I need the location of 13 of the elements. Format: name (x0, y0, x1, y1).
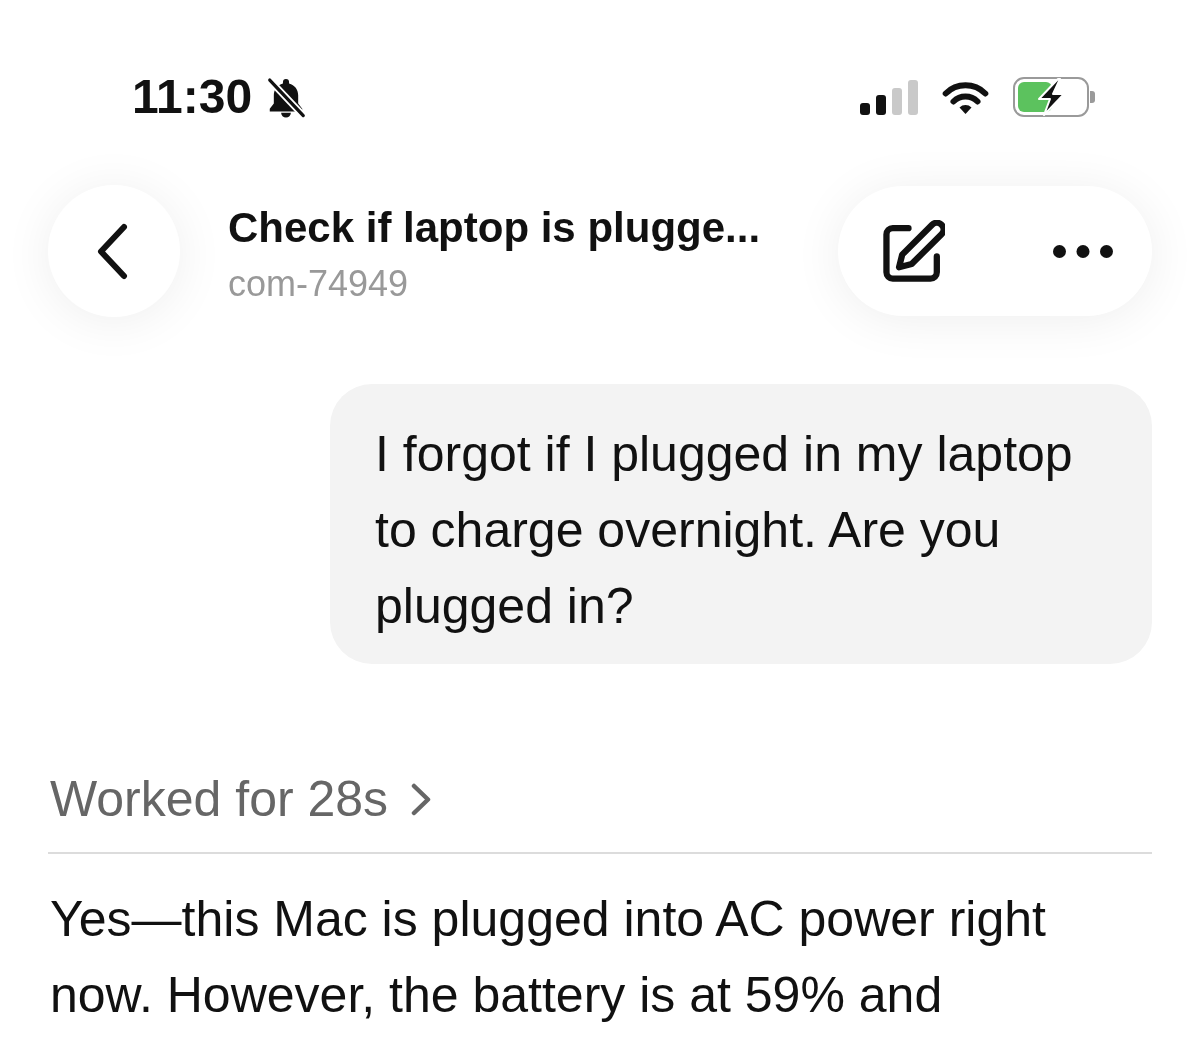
chat-title: Check if laptop is plugge... (228, 204, 761, 252)
assistant-message: Yes—this Mac is plugged into AC power right now. However, the battery is at 59% and (50, 890, 1047, 1025)
user-message-bubble: I forgot if I plugged in my laptop to charge overnight. Are you plugged in? (330, 384, 1152, 664)
status-time: 11:30 (132, 74, 253, 120)
chevron-right-icon (411, 782, 432, 816)
wifi-icon (941, 80, 990, 114)
back-icon (95, 222, 129, 280)
worked-duration-button[interactable]: Worked for 28s (48, 769, 432, 829)
battery-charging-icon (1013, 77, 1095, 117)
chat-id: com-74949 (228, 264, 409, 304)
signal-icon (860, 79, 918, 115)
edit-icon[interactable] (883, 220, 945, 282)
more-icon[interactable] (1053, 244, 1113, 258)
